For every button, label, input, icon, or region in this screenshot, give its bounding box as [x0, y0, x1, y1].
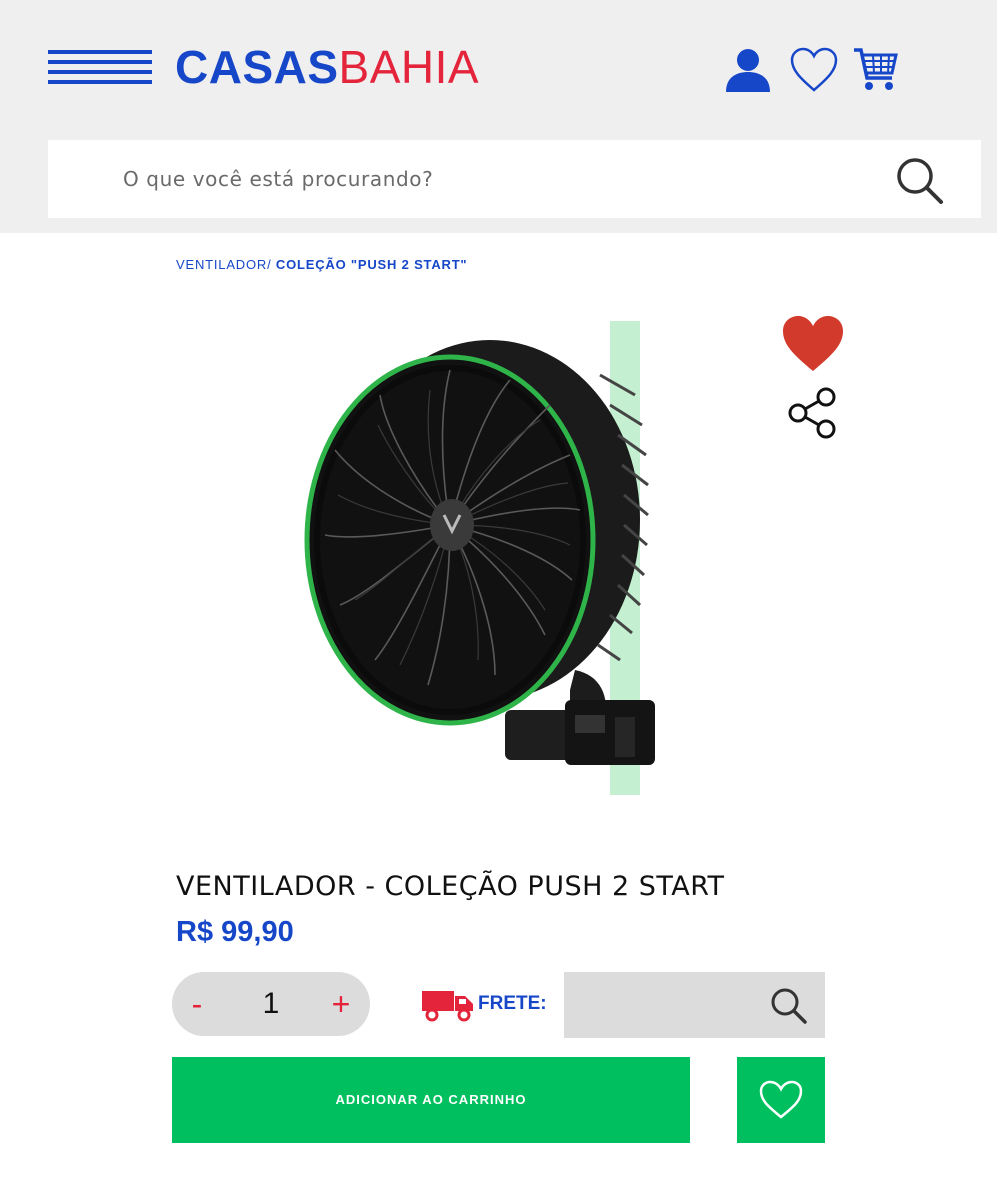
- product-image: [300, 315, 660, 800]
- share-icon[interactable]: [786, 386, 842, 440]
- cart-icon[interactable]: [852, 46, 900, 94]
- shipping-search-icon[interactable]: [769, 986, 809, 1026]
- search-input[interactable]: [48, 140, 888, 218]
- breadcrumb-separator: /: [267, 257, 272, 272]
- heart-icon[interactable]: [790, 46, 838, 94]
- logo-part-casas: CASAS: [175, 41, 339, 93]
- product-title: VENTILADOR - COLEÇÃO PUSH 2 START: [176, 871, 725, 902]
- breadcrumb-item-colecao[interactable]: COLEÇÃO "PUSH 2 START": [276, 257, 467, 272]
- casas-bahia-logo[interactable]: CASASBAHIA: [175, 42, 479, 92]
- logo-part-bahia: BAHIA: [338, 41, 480, 93]
- quantity-stepper: - 1 +: [172, 972, 370, 1036]
- breadcrumb-item-ventilador[interactable]: VENTILADOR: [176, 257, 267, 272]
- favorite-heart-icon[interactable]: [780, 313, 846, 373]
- heart-outline-icon: [759, 1080, 803, 1119]
- menu-icon[interactable]: [48, 50, 152, 84]
- quantity-value[interactable]: 1: [232, 972, 310, 1036]
- search-bar: [48, 140, 981, 218]
- shipping-cep-field: [564, 972, 825, 1038]
- shipping-label: FRETE:: [478, 993, 547, 1014]
- truck-icon: [421, 988, 475, 1022]
- breadcrumb: VENTILADOR/ COLEÇÃO "PUSH 2 START": [176, 257, 467, 272]
- user-icon[interactable]: [724, 46, 772, 94]
- search-icon[interactable]: [893, 154, 947, 208]
- quantity-increase-button[interactable]: +: [316, 972, 366, 1036]
- add-to-wishlist-button[interactable]: [737, 1057, 825, 1143]
- site-header: CASASBAHIA: [0, 0, 997, 233]
- product-price: R$ 99,90: [176, 916, 294, 948]
- add-to-cart-button[interactable]: ADICIONAR AO CARRINHO: [172, 1057, 690, 1143]
- quantity-decrease-button[interactable]: -: [172, 972, 222, 1036]
- shipping-cep-input[interactable]: [564, 972, 759, 1038]
